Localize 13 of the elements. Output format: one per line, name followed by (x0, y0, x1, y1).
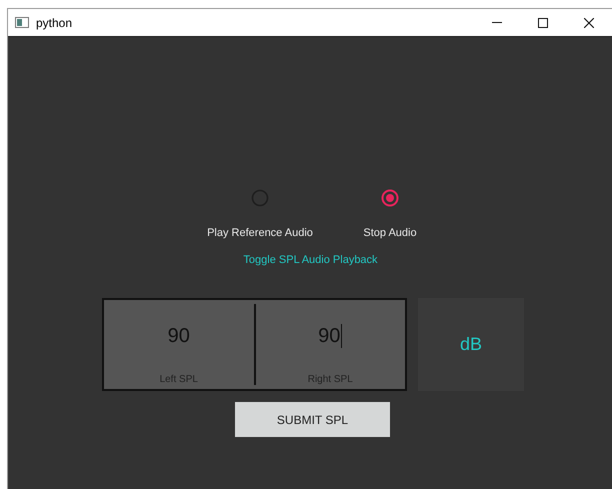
app-icon (15, 17, 29, 28)
spl-input[interactable]: 90 (168, 324, 190, 348)
submit-button[interactable]: SUBMIT SPL (235, 402, 390, 437)
minimize-icon (492, 22, 502, 23)
radio-label: Stop Audio (363, 226, 417, 241)
window-title: python (36, 14, 72, 32)
spl-input[interactable]: 90 (318, 324, 342, 348)
radio-button[interactable] (381, 189, 399, 207)
maximize-icon (538, 18, 548, 28)
close-icon (584, 18, 594, 28)
unit-label: dB (460, 333, 482, 356)
radio-label: Play Reference Audio (207, 226, 313, 241)
toggle-caption: Toggle SPL Audio Playback (242, 252, 379, 268)
